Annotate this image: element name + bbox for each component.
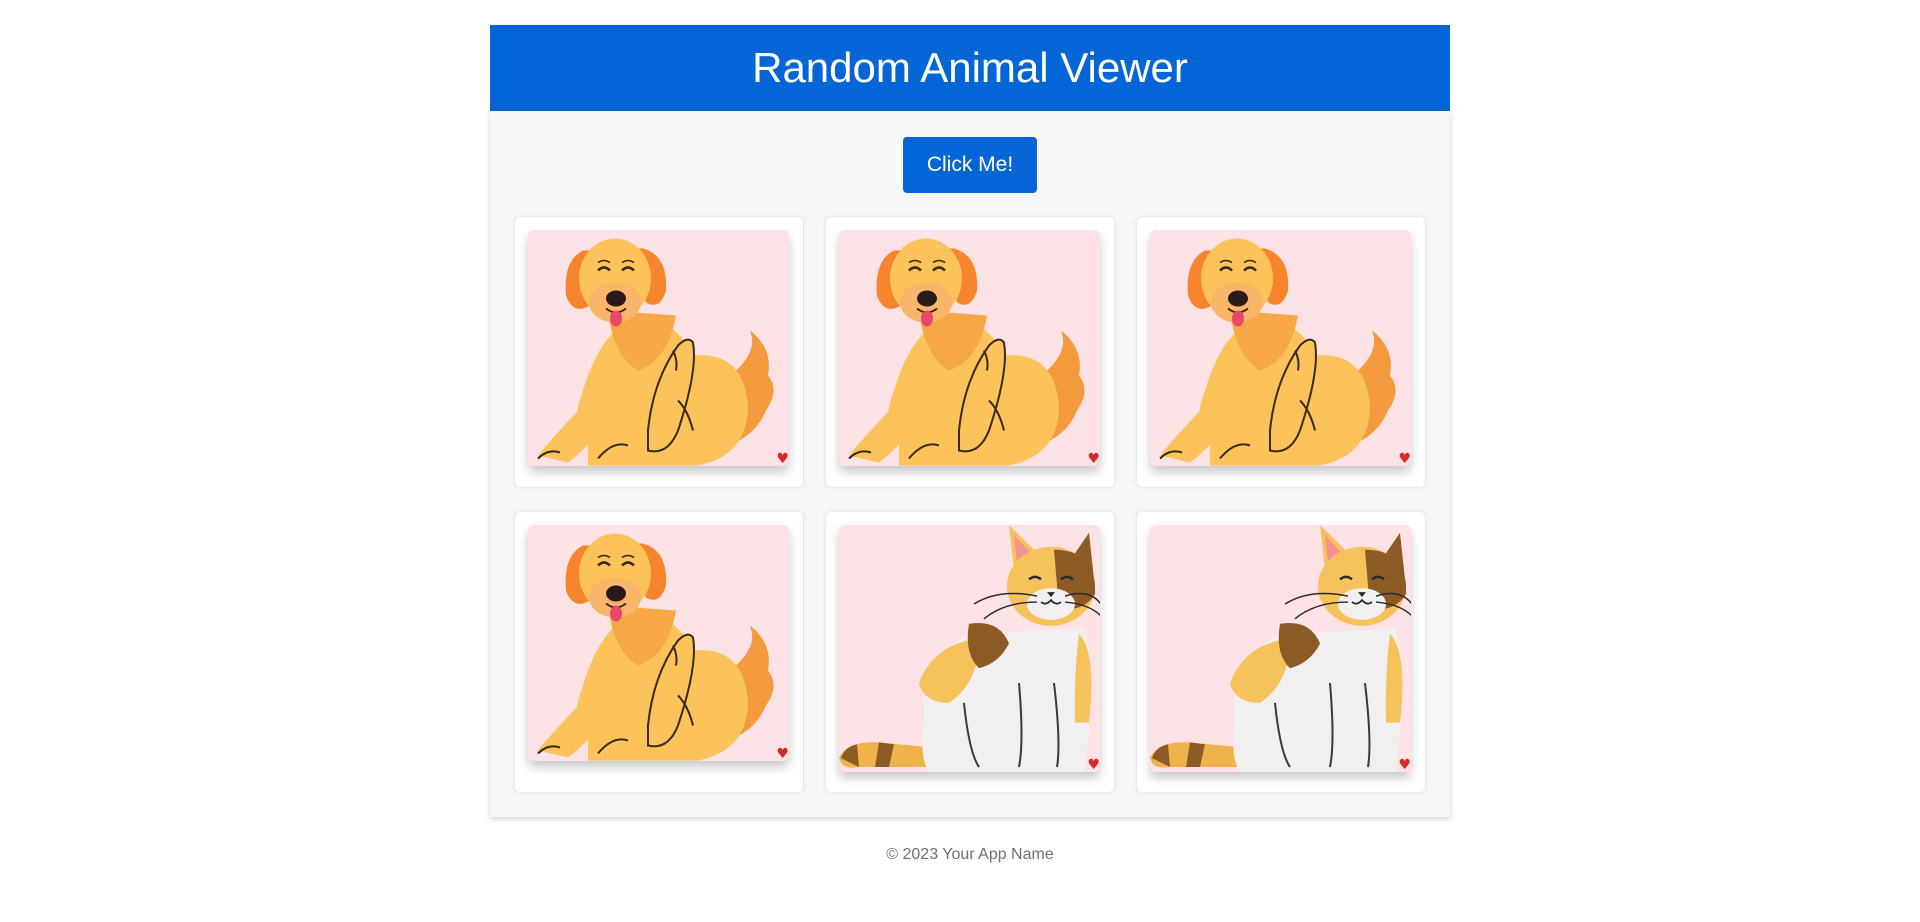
animal-card[interactable]: ♥ (515, 512, 803, 792)
animal-card[interactable]: ♥ (1137, 512, 1425, 792)
app-header: Random Animal Viewer (490, 25, 1450, 111)
heart-icon[interactable]: ♥ (1398, 758, 1411, 772)
heart-icon[interactable]: ♥ (776, 452, 789, 466)
dog-image[interactable]: ♥ (528, 525, 789, 761)
animal-card[interactable]: ♥ (1137, 217, 1425, 487)
heart-icon[interactable]: ♥ (1398, 452, 1411, 466)
main-content: Click Me! ♥ ♥ ♥ ♥ ♥ ♥ (490, 111, 1450, 817)
animal-card[interactable]: ♥ (826, 512, 1114, 792)
dog-image[interactable]: ♥ (528, 230, 789, 466)
animal-card[interactable]: ♥ (826, 217, 1114, 487)
page-title: Random Animal Viewer (752, 44, 1188, 91)
dog-image[interactable]: ♥ (1150, 230, 1411, 466)
app-container: Random Animal Viewer Click Me! ♥ ♥ ♥ ♥ ♥… (490, 25, 1450, 817)
heart-icon[interactable]: ♥ (776, 747, 789, 761)
cat-image[interactable]: ♥ (839, 525, 1100, 772)
footer-text: © 2023 Your App Name (886, 846, 1054, 863)
heart-icon[interactable]: ♥ (1087, 452, 1100, 466)
animal-card[interactable]: ♥ (515, 217, 803, 487)
dog-image[interactable]: ♥ (839, 230, 1100, 466)
cat-image[interactable]: ♥ (1150, 525, 1411, 772)
click-me-button[interactable]: Click Me! (903, 137, 1037, 193)
heart-icon[interactable]: ♥ (1087, 758, 1100, 772)
